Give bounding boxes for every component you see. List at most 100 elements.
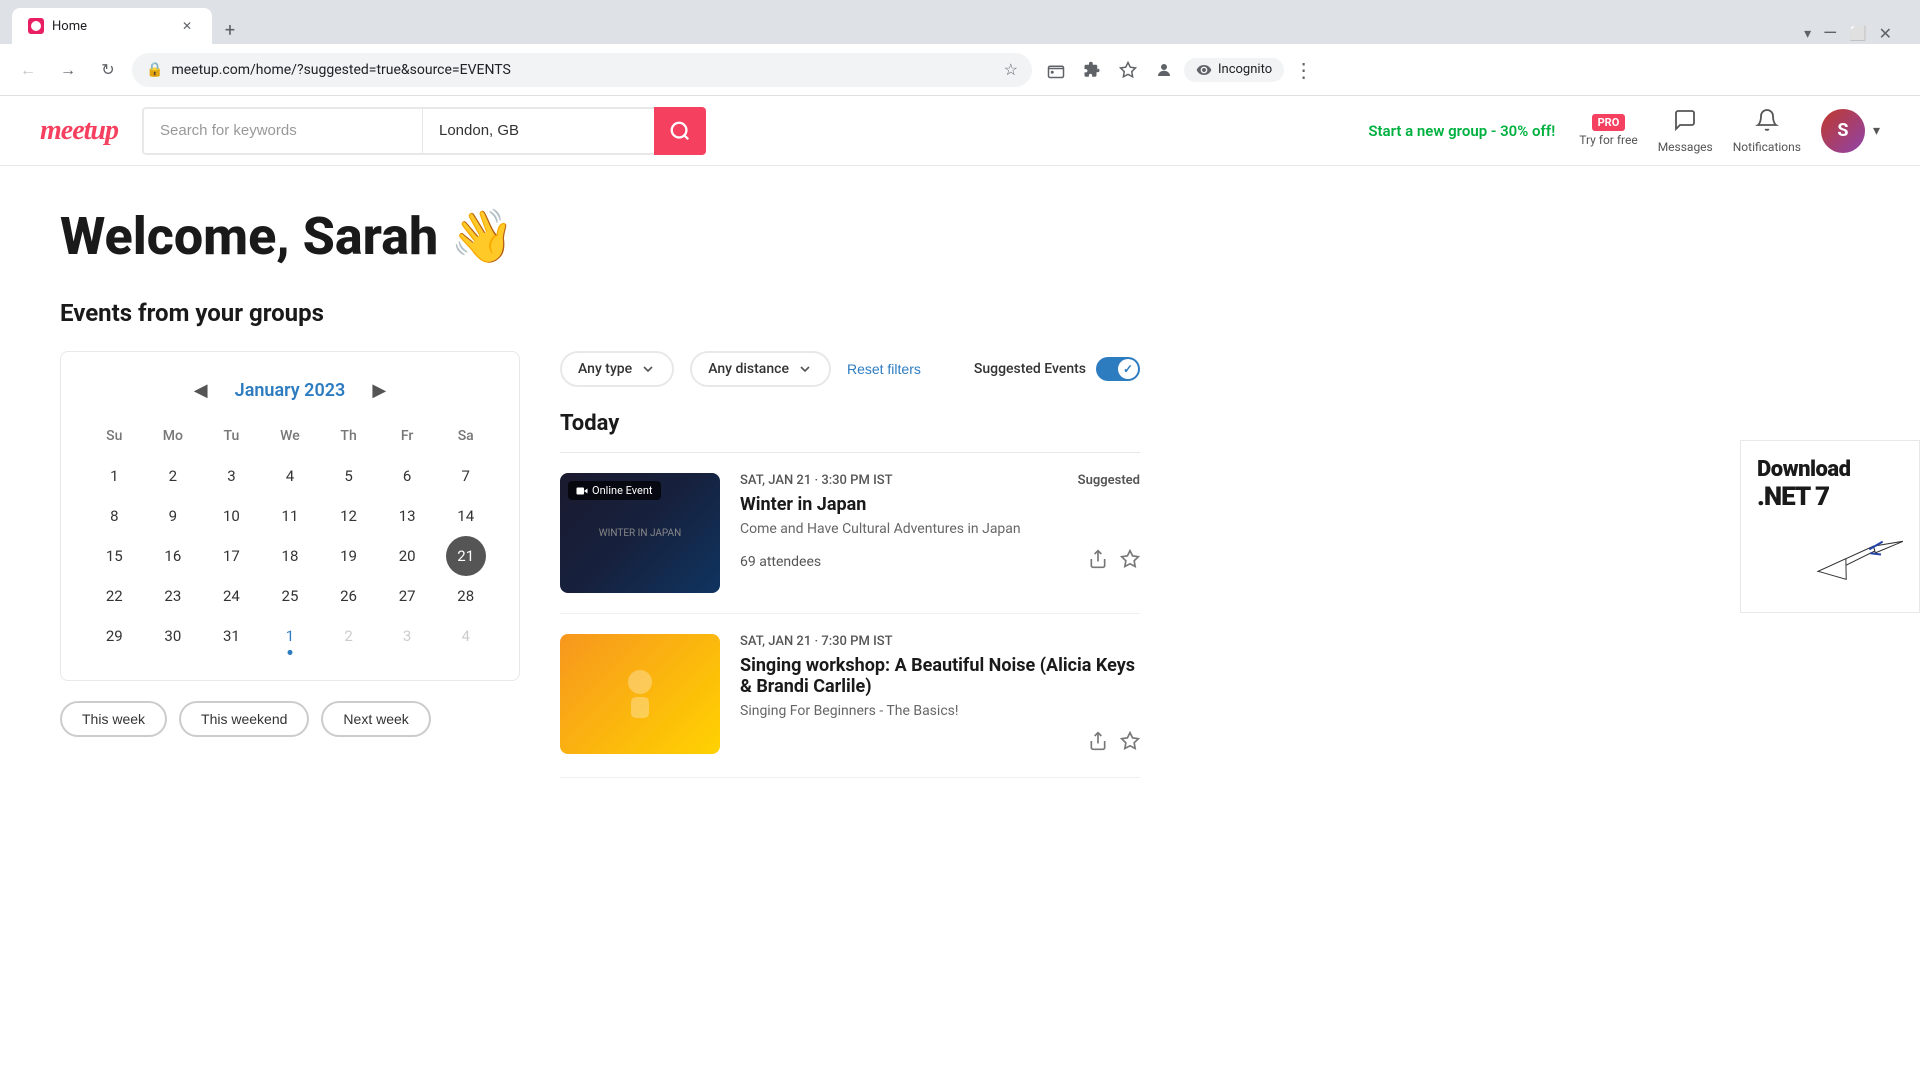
type-filter-dropdown[interactable]: Any type xyxy=(560,351,674,387)
cal-day-18[interactable]: 18 xyxy=(270,536,310,576)
profile-section[interactable]: S ▾ xyxy=(1821,109,1880,153)
cal-day-4[interactable]: 4 xyxy=(270,456,310,496)
cal-day-2[interactable]: 2 xyxy=(153,456,193,496)
event-title-singing-workshop[interactable]: Singing workshop: A Beautiful Noise (Ali… xyxy=(740,655,1140,697)
extensions-button[interactable] xyxy=(1076,54,1108,86)
cal-day-8[interactable]: 8 xyxy=(94,496,134,536)
tab-title: Home xyxy=(52,19,170,34)
cal-day-29[interactable]: 29 xyxy=(94,616,134,656)
incognito-badge[interactable]: Incognito xyxy=(1184,58,1284,82)
cast-button[interactable] xyxy=(1040,54,1072,86)
cal-day-feb-4[interactable]: 4 xyxy=(446,616,486,656)
type-filter-label: Any type xyxy=(578,361,632,377)
cal-day-16[interactable]: 16 xyxy=(153,536,193,576)
cal-day-28[interactable]: 28 xyxy=(446,576,486,616)
cal-day-feb-1[interactable]: 1 xyxy=(270,616,310,656)
location-input[interactable] xyxy=(439,122,638,139)
this-weekend-filter-button[interactable]: This weekend xyxy=(179,701,309,737)
profile-browser-button[interactable] xyxy=(1148,54,1180,86)
address-bar[interactable]: 🔒 meetup.com/home/?suggested=true&source… xyxy=(132,53,1032,87)
promo-text[interactable]: Start a new group - 30% off! xyxy=(1368,122,1555,140)
reset-filters-button[interactable]: Reset filters xyxy=(847,361,921,377)
save-button-winter-japan[interactable] xyxy=(1120,549,1140,575)
minimize-button[interactable]: — xyxy=(1823,23,1837,44)
event-actions-singing-workshop xyxy=(1088,731,1140,757)
cal-day-30[interactable]: 30 xyxy=(153,616,193,656)
notifications-nav-item[interactable]: Notifications xyxy=(1733,108,1801,154)
cal-day-23[interactable]: 23 xyxy=(153,576,193,616)
meetup-logo[interactable]: meetup xyxy=(40,115,118,147)
event-title-winter-japan[interactable]: Winter in Japan xyxy=(740,494,1140,515)
next-week-filter-button[interactable]: Next week xyxy=(321,701,430,737)
cal-day-27[interactable]: 27 xyxy=(387,576,427,616)
cal-day-20[interactable]: 20 xyxy=(387,536,427,576)
close-window-button[interactable]: ✕ xyxy=(1879,24,1892,43)
welcome-heading: Welcome, Sarah 👋 xyxy=(60,206,1140,267)
notifications-label: Notifications xyxy=(1733,140,1801,154)
cal-day-9[interactable]: 9 xyxy=(153,496,193,536)
maximize-button[interactable]: ⬜ xyxy=(1849,26,1866,42)
save-button-singing-workshop[interactable] xyxy=(1120,731,1140,757)
forward-button[interactable]: → xyxy=(52,54,84,86)
distance-filter-label: Any distance xyxy=(708,361,789,377)
cal-day-11[interactable]: 11 xyxy=(270,496,310,536)
type-filter-chevron-icon xyxy=(640,361,656,377)
distance-filter-dropdown[interactable]: Any distance xyxy=(690,351,831,387)
events-divider xyxy=(560,452,1140,453)
suggested-events-toggle-switch[interactable]: ✓ xyxy=(1096,357,1140,381)
bookmark-button[interactable] xyxy=(1112,54,1144,86)
tab-close-button[interactable]: ✕ xyxy=(178,17,196,35)
new-tab-button[interactable]: + xyxy=(216,16,244,44)
this-week-filter-button[interactable]: This week xyxy=(60,701,167,737)
cal-day-22[interactable]: 22 xyxy=(94,576,134,616)
cal-day-12[interactable]: 12 xyxy=(329,496,369,536)
messages-nav-item[interactable]: Messages xyxy=(1658,108,1713,154)
tab-favicon xyxy=(28,18,44,34)
refresh-button[interactable]: ↻ xyxy=(92,54,124,86)
cal-day-13[interactable]: 13 xyxy=(387,496,427,536)
cal-day-17[interactable]: 17 xyxy=(211,536,251,576)
cal-day-5[interactable]: 5 xyxy=(329,456,369,496)
cal-day-31[interactable]: 31 xyxy=(211,616,251,656)
cal-day-14[interactable]: 14 xyxy=(446,496,486,536)
cal-day-15[interactable]: 15 xyxy=(94,536,134,576)
user-avatar[interactable]: S xyxy=(1821,109,1865,153)
cal-day-7[interactable]: 7 xyxy=(446,456,486,496)
search-keyword-input[interactable] xyxy=(160,122,406,139)
calendar-grid: Su Mo Tu We Th Fr Sa 1 2 3 xyxy=(85,424,495,656)
more-menu-button[interactable]: ⋮ xyxy=(1288,54,1320,86)
cal-day-6[interactable]: 6 xyxy=(387,456,427,496)
cal-day-feb-3[interactable]: 3 xyxy=(387,616,427,656)
bookmark-star-icon[interactable]: ☆ xyxy=(1004,60,1018,79)
cal-day-3[interactable]: 3 xyxy=(211,456,251,496)
attendees-winter-japan: 69 attendees xyxy=(740,554,821,570)
cal-day-19[interactable]: 19 xyxy=(329,536,369,576)
browser-tab-home[interactable]: Home ✕ xyxy=(12,8,212,44)
cal-day-26[interactable]: 26 xyxy=(329,576,369,616)
tab-down-arrow[interactable]: ▾ xyxy=(1804,26,1811,42)
distance-filter-chevron-icon xyxy=(797,361,813,377)
header-nav: PRO Try for free Messages Notifications … xyxy=(1579,108,1880,154)
pro-nav-item[interactable]: PRO Try for free xyxy=(1579,114,1637,147)
event-thumbnail-singing-workshop[interactable] xyxy=(560,634,720,754)
share-button-winter-japan[interactable] xyxy=(1088,549,1108,575)
quick-filters: This week This weekend Next week xyxy=(60,701,520,737)
calendar-prev-button[interactable]: ◀ xyxy=(187,376,215,404)
suggested-badge-winter-japan: Suggested xyxy=(1078,473,1140,488)
cal-day-10[interactable]: 10 xyxy=(211,496,251,536)
cal-day-25[interactable]: 25 xyxy=(270,576,310,616)
share-button-singing-workshop[interactable] xyxy=(1088,731,1108,757)
incognito-label: Incognito xyxy=(1218,62,1272,77)
back-button[interactable]: ← xyxy=(12,54,44,86)
cal-day-24[interactable]: 24 xyxy=(211,576,251,616)
event-thumbnail-winter-japan[interactable]: WINTER IN JAPAN Online Event xyxy=(560,473,720,593)
cal-day-feb-2[interactable]: 2 xyxy=(329,616,369,656)
search-submit-button[interactable] xyxy=(654,107,706,155)
cal-day-21-today[interactable]: 21 xyxy=(446,536,486,576)
more-menu-icon: ⋮ xyxy=(1294,58,1315,82)
day-header-th: Th xyxy=(319,424,378,448)
cal-day-1[interactable]: 1 xyxy=(94,456,134,496)
profile-dropdown-arrow[interactable]: ▾ xyxy=(1873,123,1880,139)
camera-icon xyxy=(576,485,588,497)
calendar-next-button[interactable]: ▶ xyxy=(365,376,393,404)
